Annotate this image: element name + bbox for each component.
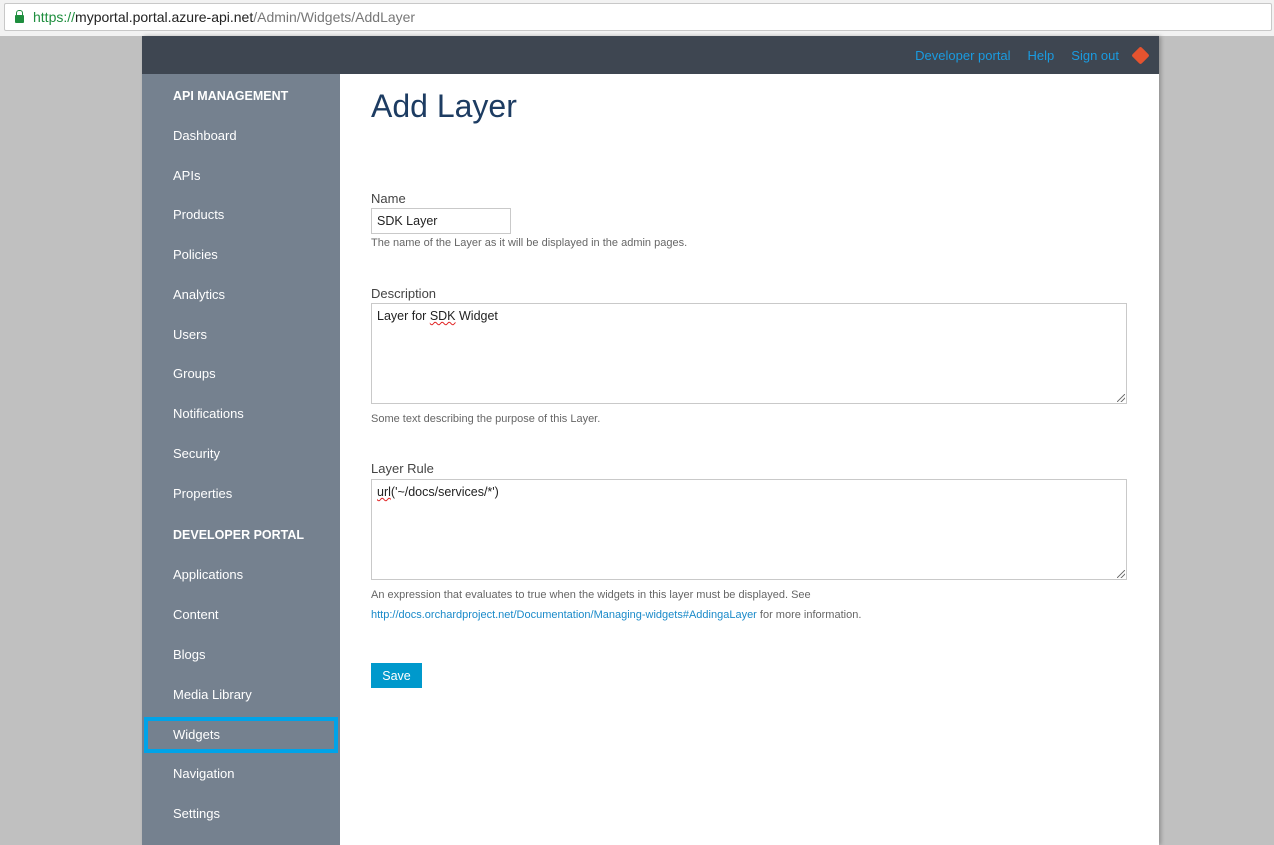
sidebar-section-developer-portal: DEVELOPER PORTAL [173,528,305,542]
developer-portal-link[interactable]: Developer portal [915,48,1010,63]
url-scheme: https:// [33,9,76,25]
sidebar-item-dashboard[interactable]: Dashboard [142,118,340,154]
portal-page: Developer portal Help Sign out API MANAG… [142,36,1159,845]
sidebar-item-products[interactable]: Products [142,197,340,233]
description-label: Description [371,286,437,301]
resize-handle-icon[interactable] [1117,394,1125,402]
layer-rule-text: ('~/docs/services/*') [390,485,499,499]
url-host: myportal.portal.azure-api.net [75,9,254,25]
sidebar-item-settings[interactable]: Settings [142,796,340,832]
description-text-end: Widget [455,309,498,323]
sidebar-item-navigation[interactable]: Navigation [142,756,340,792]
sidebar-item-applications[interactable]: Applications [142,557,340,593]
sidebar-item-security[interactable]: Security [142,436,340,472]
sidebar-item-groups[interactable]: Groups [142,356,340,392]
description-text: Layer for [377,309,430,323]
sidebar-item-content[interactable]: Content [142,597,340,633]
sidebar-item-notifications[interactable]: Notifications [142,396,340,432]
lock-icon [15,9,24,23]
sidebar-item-analytics[interactable]: Analytics [142,277,340,313]
save-button[interactable]: Save [371,663,422,688]
sidebar: API MANAGEMENT Dashboard APIs Products P… [142,74,340,845]
url-path: /Admin/Widgets/AddLayer [253,9,416,25]
git-icon[interactable] [1131,46,1149,64]
sidebar-item-apis[interactable]: APIs [142,158,340,194]
name-input[interactable] [371,208,511,234]
name-hint: The name of the Layer as it will be disp… [371,237,688,249]
layer-rule-label: Layer Rule [371,461,434,476]
page-title: Add Layer [371,88,517,124]
help-link[interactable]: Help [1028,48,1055,63]
sidebar-item-widgets[interactable]: Widgets [144,717,338,753]
layer-rule-textarea[interactable]: url('~/docs/services/*') [371,479,1127,580]
sidebar-section-api-management: API MANAGEMENT [173,89,289,103]
layer-rule-text-spell: url [377,485,391,499]
orchard-docs-link[interactable]: http://docs.orchardproject.net/Documenta… [371,609,757,621]
url-field[interactable]: https://myportal.portal.azure-api.net/Ad… [4,3,1272,31]
top-navigation-bar: Developer portal Help Sign out [142,36,1159,74]
name-label: Name [371,191,406,206]
sign-out-link[interactable]: Sign out [1071,48,1119,63]
sidebar-item-blogs[interactable]: Blogs [142,637,340,673]
resize-handle-icon[interactable] [1117,570,1125,578]
description-text-spell: SDK [429,309,456,323]
description-hint: Some text describing the purpose of this… [371,413,601,425]
sidebar-item-users[interactable]: Users [142,317,340,353]
layer-rule-hint-line2: http://docs.orchardproject.net/Documenta… [371,609,861,621]
sidebar-item-properties[interactable]: Properties [142,476,340,512]
sidebar-item-policies[interactable]: Policies [142,237,340,273]
layer-rule-hint-line1: An expression that evaluates to true whe… [371,589,811,601]
description-textarea[interactable]: Layer for SDK Widget [371,303,1127,404]
sidebar-item-media-library[interactable]: Media Library [142,677,340,713]
layer-rule-hint-suffix: for more information. [756,609,862,621]
browser-address-bar: https://myportal.portal.azure-api.net/Ad… [0,0,1274,36]
